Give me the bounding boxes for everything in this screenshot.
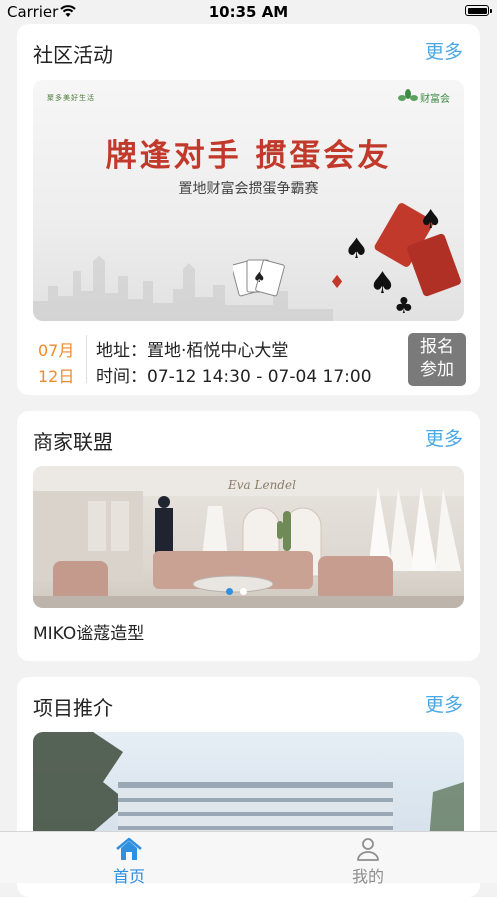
svg-text:♠: ♠ bbox=[253, 270, 266, 286]
merchant-banner-image[interactable]: Eva Lendel bbox=[33, 466, 464, 608]
profile-icon bbox=[357, 838, 379, 861]
tab-profile[interactable]: 我的 bbox=[308, 832, 428, 886]
project-more-link[interactable]: 更多 bbox=[425, 690, 463, 717]
card-suits-decoration-icon: ♠ ♠ ♠ ♦ ♣ bbox=[329, 203, 461, 318]
community-more-link[interactable]: 更多 bbox=[425, 37, 463, 64]
svg-text:♣: ♣ bbox=[394, 294, 414, 318]
event-date-month: 07月 bbox=[38, 341, 75, 360]
svg-text:♠: ♠ bbox=[369, 266, 396, 301]
event-divider bbox=[86, 335, 87, 383]
signup-button-label-2: 参加 bbox=[420, 360, 454, 380]
event-time: 时间：07-12 14:30 - 07-04 17:00 bbox=[96, 367, 372, 387]
banner-logo-right: 财富会 bbox=[420, 94, 450, 105]
project-recommend-title: 项目推介 bbox=[33, 696, 113, 720]
carousel-dot[interactable] bbox=[240, 588, 247, 595]
tab-home[interactable]: 首页 bbox=[69, 832, 189, 886]
event-address: 地址：置地·栢悦中心大堂 bbox=[96, 341, 289, 361]
community-activity-title: 社区活动 bbox=[33, 43, 113, 67]
event-banner-image[interactable]: 聚多美好生活 财富会 牌逢对手 掼蛋会友 置地财富会掼蛋争霸赛 ♠ ♠ ♠ ♠ … bbox=[33, 80, 464, 321]
carousel-dot-active[interactable] bbox=[226, 588, 233, 595]
banner-headline: 牌逢对手 掼蛋会友 bbox=[105, 138, 392, 174]
svg-text:♦: ♦ bbox=[329, 272, 345, 293]
community-activity-card: 社区活动 更多 聚多美好生活 财富会 牌逢对手 掼蛋会友 置地财富会掼蛋争霸赛 … bbox=[17, 24, 480, 395]
merchant-more-link[interactable]: 更多 bbox=[425, 424, 463, 451]
svg-text:♠: ♠ bbox=[419, 205, 442, 235]
merchant-alliance-title: 商家联盟 bbox=[33, 430, 113, 454]
merchant-name[interactable]: MIKO谧蔻造型 bbox=[33, 619, 144, 644]
event-date-day: 12日 bbox=[38, 367, 75, 386]
status-bar: Carrier 10:35 AM bbox=[0, 0, 497, 24]
battery-icon bbox=[465, 5, 492, 16]
tab-profile-label: 我的 bbox=[351, 867, 384, 886]
banner-logo-left: 聚多美好生活 bbox=[47, 94, 95, 102]
home-icon bbox=[116, 837, 142, 860]
clover-logo-icon bbox=[398, 89, 418, 101]
signup-button-label-1: 报名 bbox=[420, 337, 454, 357]
signup-button[interactable]: 报名 参加 bbox=[408, 333, 466, 386]
store-sign: Eva Lendel bbox=[228, 478, 296, 492]
playing-cards-icon: ♠ bbox=[233, 259, 285, 297]
tab-home-label: 首页 bbox=[112, 867, 145, 886]
status-time: 10:35 AM bbox=[208, 3, 289, 21]
merchant-alliance-card: 商家联盟 更多 Eva Lendel MIKO谧蔻造型 bbox=[17, 411, 480, 661]
tab-bar: 首页 我的 bbox=[0, 831, 497, 886]
svg-text:♠: ♠ bbox=[344, 232, 369, 265]
